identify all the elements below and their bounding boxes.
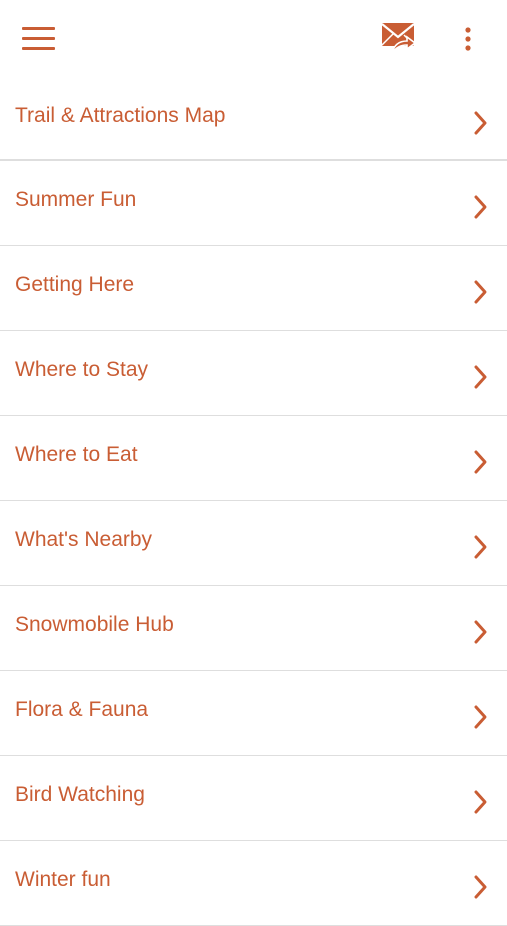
list-item-label: Where to Eat (15, 443, 138, 466)
chevron-right-icon (473, 874, 489, 900)
more-vertical-icon[interactable] (458, 26, 478, 52)
list-item-label: What's Nearby (15, 528, 153, 551)
list-item-summer-fun[interactable]: Summer Fun (0, 161, 507, 246)
list-item-where-to-eat[interactable]: Where to Eat (0, 416, 507, 501)
chevron-right-icon (473, 449, 489, 475)
list-item-label: Bird Watching (15, 783, 145, 806)
chevron-right-icon (473, 110, 489, 136)
chevron-right-icon (473, 789, 489, 815)
list-item-snowmobile-hub[interactable]: Snowmobile Hub (0, 586, 507, 671)
list-item-label: Snowmobile Hub (15, 613, 174, 636)
chevron-right-icon (473, 704, 489, 730)
list-item-label: Winter fun (15, 868, 111, 891)
list-item-winter-fun[interactable]: Winter fun (0, 841, 507, 926)
chevron-right-icon (473, 194, 489, 220)
list-item-label: Summer Fun (15, 188, 137, 211)
chevron-right-icon (473, 534, 489, 560)
list-item-getting-here[interactable]: Getting Here (0, 246, 507, 331)
list-item-label: Trail & Attractions Map (15, 104, 226, 127)
list-item-whats-nearby[interactable]: What's Nearby (0, 501, 507, 586)
chevron-right-icon (473, 619, 489, 645)
list-item-label: Where to Stay (15, 358, 149, 381)
list-item-bird-watching[interactable]: Bird Watching (0, 756, 507, 841)
app-screen: Trail & Attractions Map Summer Fun Getti… (0, 0, 507, 926)
chevron-right-icon (473, 364, 489, 390)
list-item-where-to-stay[interactable]: Where to Stay (0, 331, 507, 416)
list-item-flora-fauna[interactable]: Flora & Fauna (0, 671, 507, 756)
chevron-right-icon (473, 279, 489, 305)
menu-list: Trail & Attractions Map Summer Fun Getti… (0, 77, 507, 926)
list-item-label: Getting Here (15, 273, 135, 296)
top-toolbar (0, 0, 507, 77)
hamburger-menu-icon[interactable] (22, 26, 56, 52)
list-item-label: Flora & Fauna (15, 698, 149, 721)
envelope-forward-icon[interactable] (380, 20, 418, 56)
list-item-trail-attractions-map[interactable]: Trail & Attractions Map (0, 77, 507, 161)
